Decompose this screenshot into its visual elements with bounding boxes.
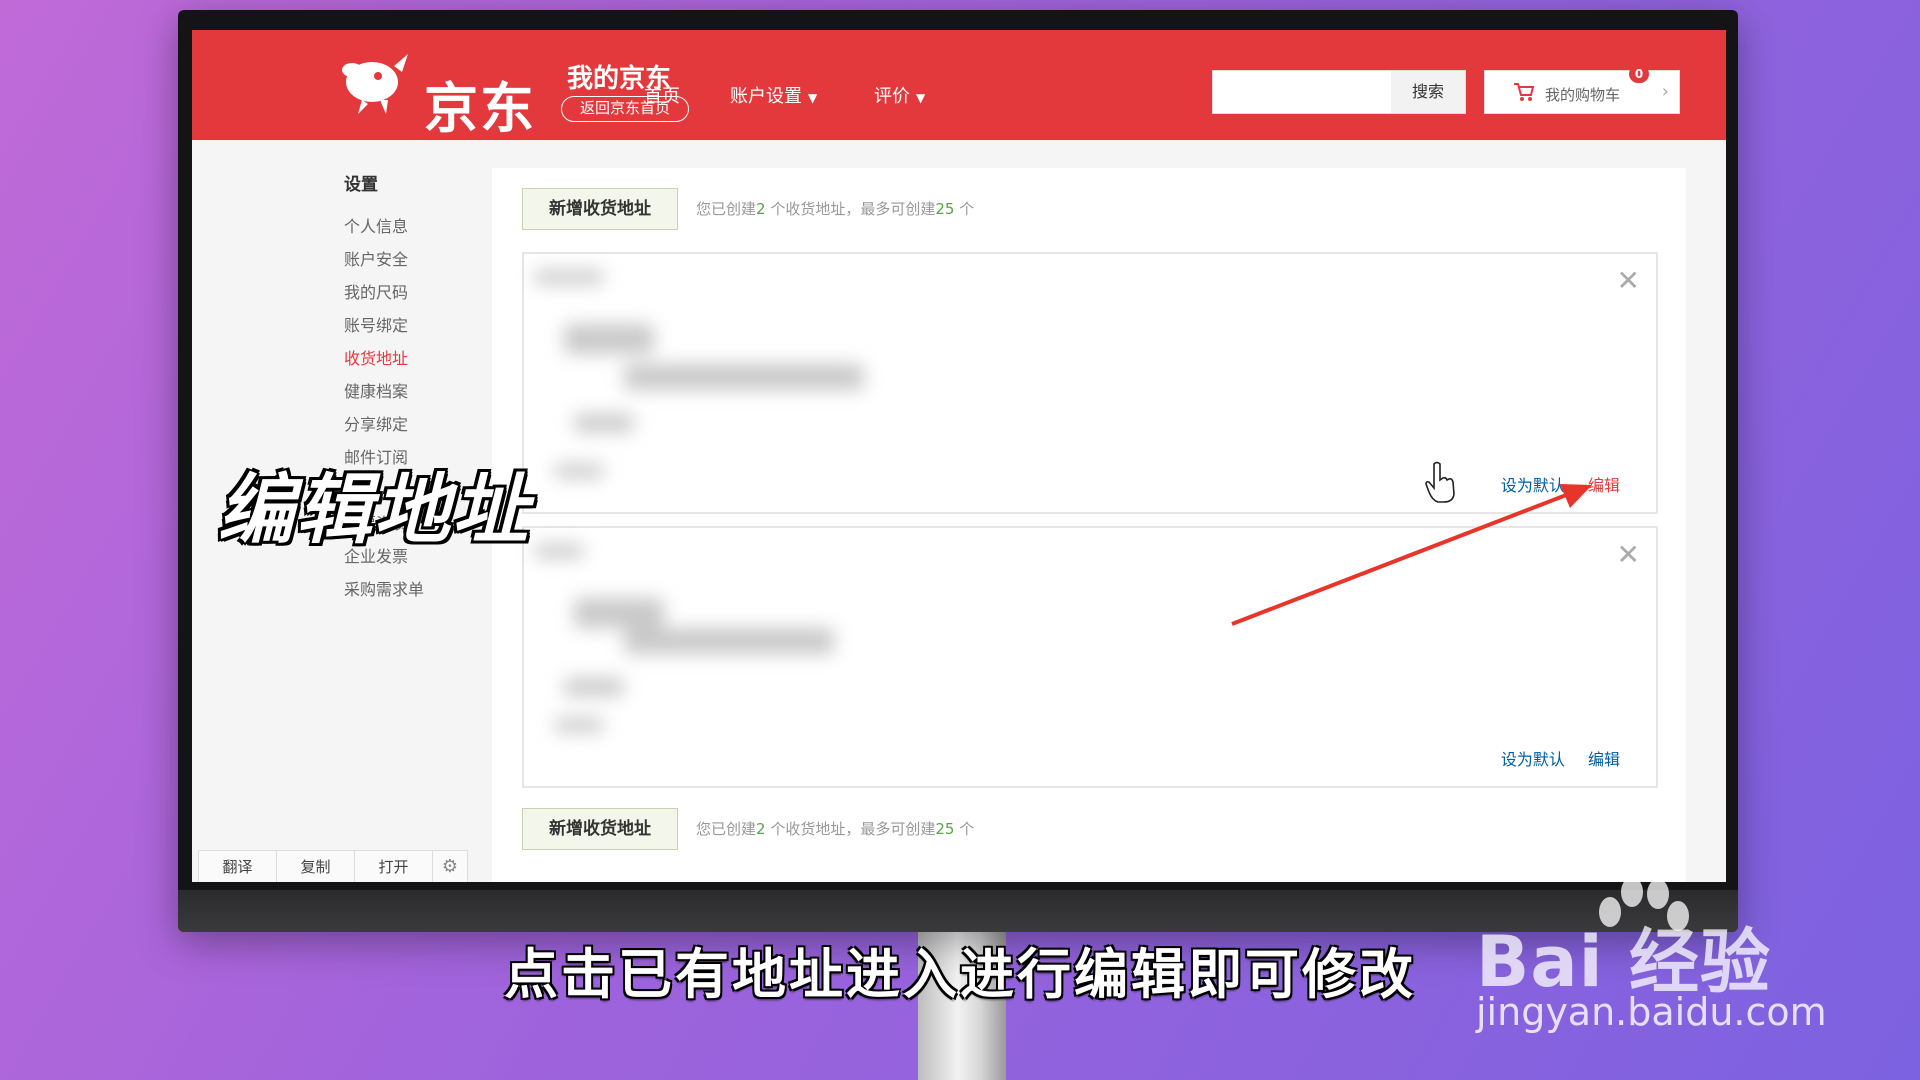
translate-toolbar: 翻译 复制 打开 ⚙	[198, 850, 468, 882]
count-prefix: 您已创建	[696, 820, 757, 838]
nav-review-label: 评价	[874, 86, 910, 107]
gear-icon[interactable]: ⚙	[433, 851, 467, 882]
overlay-title: 编辑地址	[218, 465, 530, 554]
sidebar-item-share-binding[interactable]: 分享绑定	[344, 408, 424, 441]
sidebar-item-health-records[interactable]: 健康档案	[344, 375, 424, 408]
set-default-link[interactable]: 设为默认	[1501, 476, 1565, 495]
add-address-button-bottom[interactable]: 新增收货地址	[522, 808, 678, 850]
jd-logo-text[interactable]: 京东	[424, 64, 536, 143]
count-middle: 个收货地址，最多可创建	[765, 820, 936, 838]
search-input[interactable]	[1213, 71, 1391, 113]
count-middle: 个收货地址，最多可创建	[765, 200, 936, 218]
count-suffix: 个	[954, 820, 975, 838]
address-count-note-bottom: 您已创建2 个收货地址，最多可创建25 个	[696, 818, 974, 839]
sidebar-title: 设置	[344, 175, 378, 195]
nav-review[interactable]: 评价 ▼	[874, 82, 925, 108]
sidebar-item-account-binding[interactable]: 账号绑定	[344, 309, 424, 342]
sidebar-item-account-security[interactable]: 账户安全	[344, 243, 424, 276]
sidebar-item-my-size[interactable]: 我的尺码	[344, 276, 424, 309]
sidebar-item-purchase-requests[interactable]: 采购需求单	[344, 573, 424, 606]
close-icon[interactable]: ✕	[1617, 538, 1640, 571]
chevron-right-icon: ›	[1661, 81, 1669, 102]
cart-button[interactable]: 我的购物车 0 ›	[1484, 65, 1680, 114]
copy-button[interactable]: 复制	[277, 851, 355, 882]
count-max: 25	[935, 820, 955, 838]
blurred-address-details	[534, 538, 954, 758]
close-icon[interactable]: ✕	[1617, 264, 1640, 297]
sidebar-item-shipping-address[interactable]: 收货地址	[344, 342, 424, 375]
site-header: 京东 我的京东 返回京东首页 首页 账户设置 ▼ 评价 ▼ 搜索 我的购物车 0…	[192, 30, 1726, 140]
address-card-1[interactable]: ✕ 设为默认 编辑	[522, 252, 1658, 514]
count-created: 2	[756, 820, 766, 838]
count-max: 25	[935, 200, 955, 218]
count-created: 2	[756, 200, 766, 218]
add-address-button[interactable]: 新增收货地址	[522, 188, 678, 230]
blurred-address-details	[534, 264, 954, 484]
watermark-url: jingyan.baidu.com	[1476, 990, 1827, 1034]
address-card-2-actions: 设为默认 编辑	[1501, 746, 1620, 770]
count-suffix: 个	[954, 200, 975, 218]
address-panel: 新增收货地址 您已创建2 个收货地址，最多可创建25 个 ✕ 设为默认 编辑 ✕…	[492, 168, 1686, 882]
nav-account-settings[interactable]: 账户设置 ▼	[730, 82, 817, 108]
nav-account-settings-label: 账户设置	[730, 86, 802, 107]
chevron-down-icon: ▼	[916, 91, 926, 105]
translate-button[interactable]: 翻译	[199, 851, 277, 882]
cart-label: 我的购物车	[1545, 86, 1621, 104]
search-box: 搜索	[1212, 70, 1466, 114]
edit-link[interactable]: 编辑	[1588, 476, 1620, 495]
address-card-2[interactable]: ✕ 设为默认 编辑	[522, 526, 1658, 788]
edit-link[interactable]: 编辑	[1588, 750, 1620, 769]
open-button[interactable]: 打开	[355, 851, 433, 882]
jd-dog-logo-icon[interactable]	[332, 48, 412, 118]
count-prefix: 您已创建	[696, 200, 757, 218]
address-card-1-actions: 设为默认 编辑	[1501, 472, 1620, 496]
set-default-link[interactable]: 设为默认	[1501, 750, 1565, 769]
address-count-note: 您已创建2 个收货地址，最多可创建25 个	[696, 198, 974, 219]
cart-icon	[1514, 83, 1535, 101]
nav-home-label: 首页	[644, 86, 680, 107]
chevron-down-icon: ▼	[808, 91, 818, 105]
cart-count-badge: 0	[1629, 65, 1649, 83]
nav-home[interactable]: 首页	[644, 82, 680, 108]
search-button[interactable]: 搜索	[1391, 71, 1465, 113]
hand-cursor-icon	[1425, 461, 1455, 503]
sidebar-item-personal-info[interactable]: 个人信息	[344, 210, 424, 243]
